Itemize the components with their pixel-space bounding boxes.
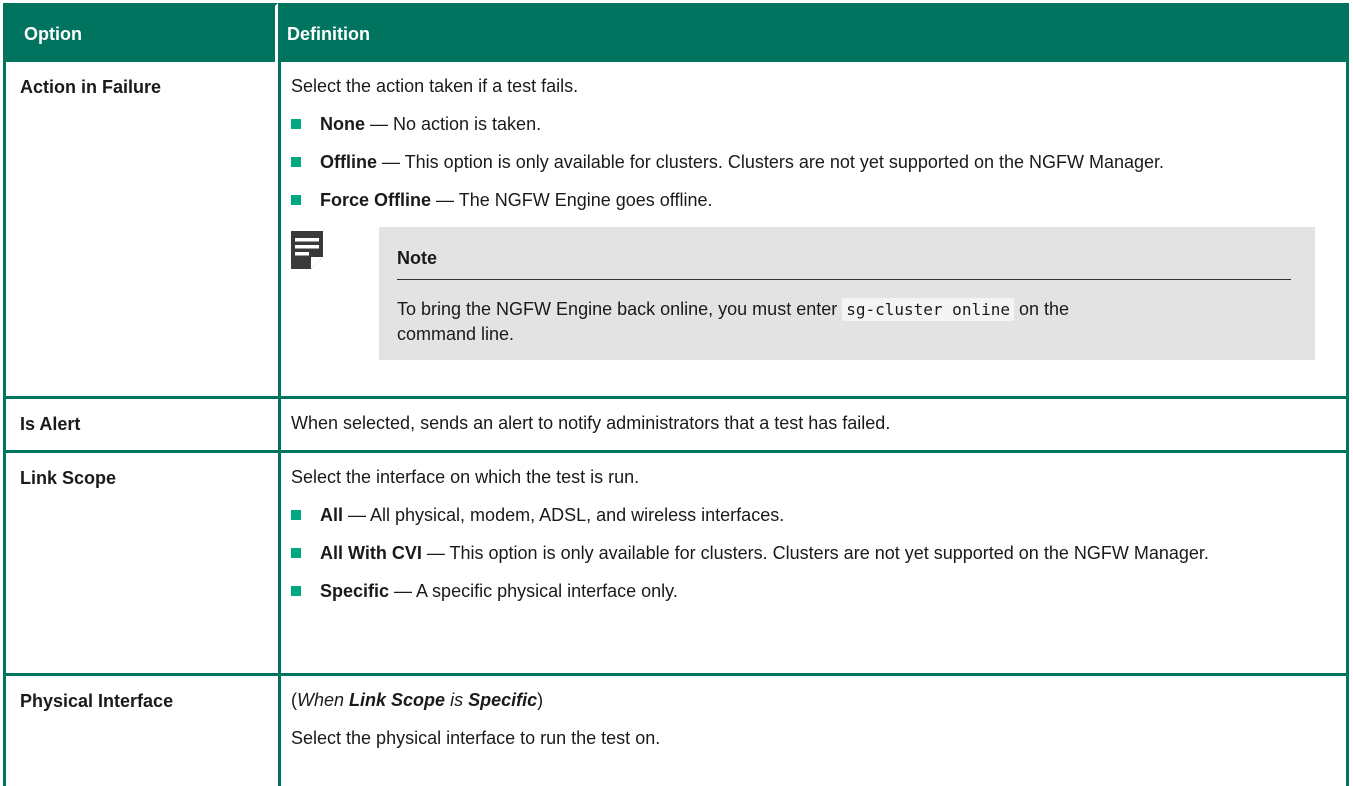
note-icon [291, 231, 323, 269]
note-text-before: To bring the NGFW Engine back online, yo… [397, 299, 843, 319]
note-callout: Note To bring the NGFW Engine back onlin… [291, 227, 1316, 387]
condition-value: Specific [468, 690, 538, 710]
note-command: sg-cluster online [842, 298, 1014, 321]
list-item-text: — All physical, modem, ADSL, and wireles… [343, 505, 785, 525]
list-item-term: All With CVI [320, 543, 422, 563]
list-item-term: None [320, 114, 365, 134]
condition-field: Link Scope [349, 690, 446, 710]
options-table: Option Definition Action in Failure Sele… [3, 3, 1349, 786]
definition-text: When selected, sends an alert to notify … [291, 413, 891, 433]
header-option: Option [3, 3, 278, 62]
option-physical-interface: Physical Interface [20, 691, 174, 711]
option-link-scope: Link Scope [20, 468, 117, 488]
bullet-square-icon [291, 548, 301, 558]
note-title: Note [397, 247, 1291, 280]
list-item-term: All [320, 505, 344, 525]
list-item-text: — A specific physical interface only. [389, 581, 678, 601]
list-item-text: — No action is taken. [365, 114, 542, 134]
condition-close: ) [537, 690, 544, 710]
bullet-square-icon [291, 195, 301, 205]
list-item: All — All physical, modem, ADSL, and wir… [291, 504, 1316, 526]
bullet-square-icon [291, 586, 301, 596]
list-item: Force Offline — The NGFW Engine goes off… [291, 189, 1316, 211]
option-is-alert: Is Alert [20, 414, 81, 434]
table-row: Action in Failure Select the action take… [3, 62, 1349, 399]
list-item-term: Force Offline [320, 190, 432, 210]
note-box: Note To bring the NGFW Engine back onlin… [379, 227, 1315, 360]
definition-condition: (When Link Scope is Specific) [291, 689, 1316, 711]
options-table-page: Option Definition Action in Failure Sele… [0, 0, 1353, 786]
bullet-square-icon [291, 157, 301, 167]
table-header-row: Option Definition [3, 3, 1349, 62]
definition-intro: Select the action taken if a test fails. [291, 76, 579, 96]
list-item-text: — This option is only available for clus… [421, 543, 1209, 563]
definition-text: Select the physical interface to run the… [291, 728, 661, 748]
option-action-in-failure: Action in Failure [20, 77, 162, 97]
header-definition: Definition [278, 3, 1349, 62]
definition-intro: Select the interface on which the test i… [291, 467, 640, 487]
table-row: Is Alert When selected, sends an alert t… [3, 399, 1349, 453]
condition-when: When [297, 690, 350, 710]
list-item-text: — The NGFW Engine goes offline. [431, 190, 713, 210]
list-item: Specific — A specific physical interface… [291, 580, 1316, 602]
list-item: All With CVI — This option is only avail… [291, 542, 1316, 564]
list-item-text: — This option is only available for clus… [377, 152, 1165, 172]
list-item-term: Offline [320, 152, 377, 172]
condition-is: is [445, 690, 469, 710]
list-item: None — No action is taken. [291, 113, 1316, 135]
list-item-term: Specific [320, 581, 390, 601]
note-text: To bring the NGFW Engine back online, yo… [397, 297, 1117, 346]
list-item: Offline — This option is only available … [291, 151, 1316, 173]
bullet-square-icon [291, 119, 301, 129]
bullet-square-icon [291, 510, 301, 520]
table-row: Link Scope Select the interface on which… [3, 453, 1349, 676]
table-row: Physical Interface (When Link Scope is S… [3, 676, 1349, 786]
